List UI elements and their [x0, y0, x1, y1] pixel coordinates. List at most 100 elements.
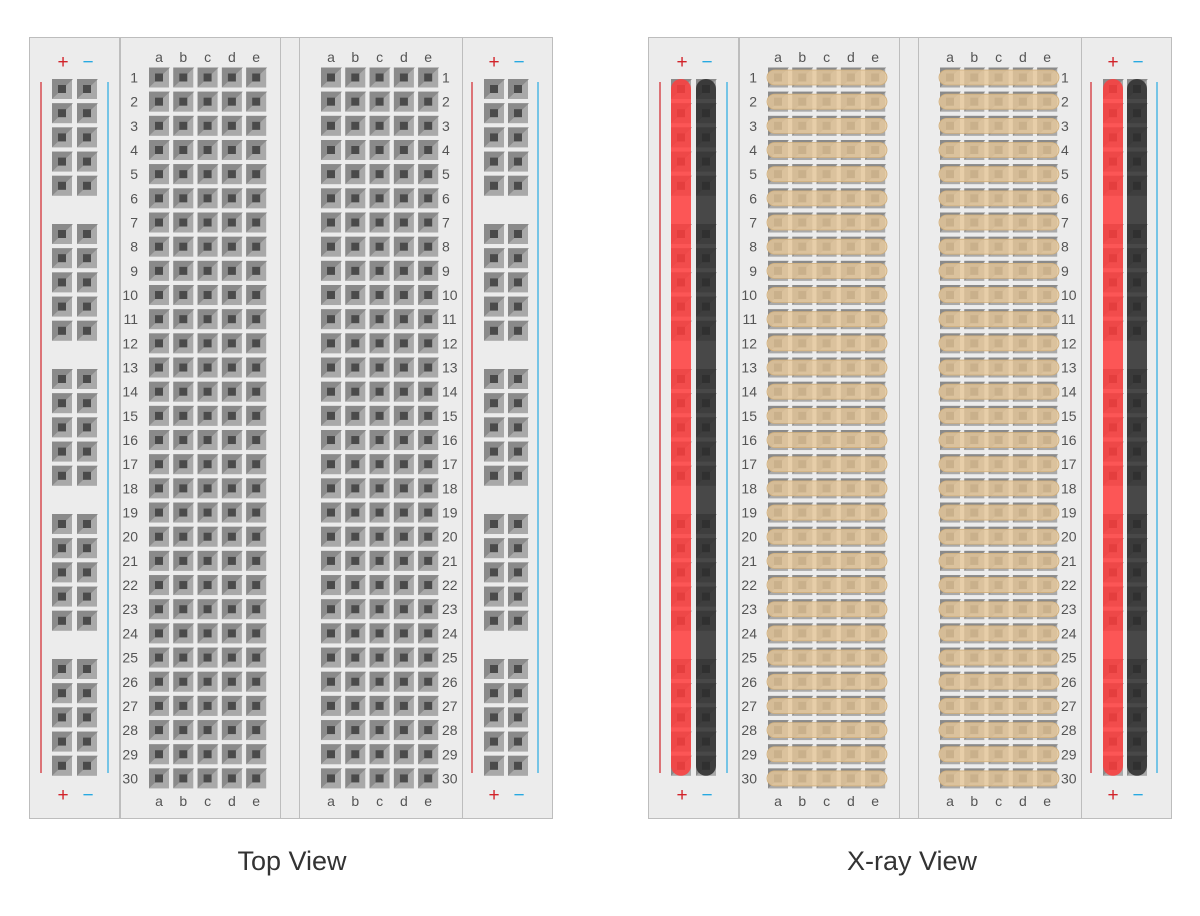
socket-hole [83, 254, 91, 263]
socket-hole [227, 484, 236, 493]
socket-hole [203, 194, 212, 203]
row-number: 11 [442, 311, 457, 327]
row-connection-strip [766, 770, 888, 787]
socket-hole [58, 109, 66, 118]
row-number: 17 [741, 456, 757, 472]
row-number: 23 [122, 601, 138, 617]
socket-hole [155, 387, 163, 396]
row-number: 19 [741, 505, 757, 521]
row-number: 24 [442, 625, 458, 641]
row-number: 4 [1061, 142, 1069, 158]
socket-hole [514, 713, 522, 722]
socket-hole [351, 508, 360, 517]
row-number: 10 [442, 287, 458, 303]
socket-hole [375, 266, 384, 275]
socket-hole [155, 532, 163, 541]
column-letter: c [995, 793, 1002, 809]
socket-hole [252, 194, 261, 203]
row-number: 28 [122, 722, 138, 738]
row-connection-strip [766, 262, 888, 279]
row-number: 20 [741, 529, 757, 545]
socket-hole [327, 774, 335, 783]
socket-hole [179, 146, 188, 155]
column-letter: c [823, 49, 830, 65]
column-letter: d [1019, 793, 1027, 809]
row-connection-strip [938, 311, 1060, 328]
socket-hole [514, 133, 522, 142]
row-connection-strip [938, 407, 1060, 424]
socket-hole [490, 109, 498, 118]
socket-hole [203, 726, 212, 735]
socket-hole [252, 629, 261, 638]
row-number: 18 [442, 480, 458, 496]
socket-hole [424, 677, 433, 686]
socket-hole [351, 218, 360, 227]
socket-hole [424, 532, 433, 541]
socket-hole [203, 701, 212, 710]
socket-hole [227, 581, 236, 590]
socket-hole [203, 653, 212, 662]
row-number: 5 [749, 166, 757, 182]
socket-hole [375, 146, 384, 155]
socket-hole [58, 302, 66, 311]
socket-hole [179, 194, 188, 203]
socket-hole [514, 181, 522, 190]
row-number: 30 [1061, 770, 1077, 786]
socket-hole [424, 266, 433, 275]
socket-hole [514, 302, 522, 311]
socket-hole [514, 737, 522, 746]
socket-hole [203, 315, 212, 324]
row-number: 7 [749, 215, 757, 231]
socket-hole [155, 266, 163, 275]
socket-hole [490, 85, 498, 93]
right-power-rail-panel [1081, 37, 1172, 819]
socket-hole [252, 484, 261, 493]
row-number: 21 [741, 553, 757, 569]
column-letter: b [798, 49, 806, 65]
socket-hole [83, 109, 91, 118]
socket-hole [424, 291, 433, 300]
socket-hole [155, 194, 163, 203]
socket-hole [375, 387, 384, 396]
row-number: 9 [749, 263, 757, 279]
socket-hole [327, 170, 335, 179]
socket-hole [490, 447, 498, 456]
socket-hole [83, 302, 91, 311]
socket-hole [351, 242, 360, 251]
socket-hole [179, 315, 188, 324]
row-number: 28 [1061, 722, 1077, 738]
row-number: 12 [741, 335, 757, 351]
row-number: 23 [1061, 601, 1077, 617]
row-number: 17 [442, 456, 458, 472]
socket-hole [227, 653, 236, 662]
row-number: 15 [442, 408, 458, 424]
socket-hole [83, 423, 91, 432]
socket-hole [58, 181, 66, 190]
socket-hole [351, 121, 360, 130]
socket-hole [399, 629, 408, 638]
column-letter: a [946, 793, 954, 809]
row-number: 24 [122, 625, 138, 641]
row-number: 30 [442, 770, 458, 786]
row-number: 29 [741, 746, 757, 762]
socket-hole [252, 677, 261, 686]
socket-hole [83, 157, 91, 166]
row-number: 1 [1061, 70, 1069, 86]
socket-hole [351, 556, 360, 565]
socket-hole [351, 774, 360, 783]
socket-hole [227, 605, 236, 614]
row-connection-strip [766, 359, 888, 376]
socket-hole [179, 436, 188, 445]
socket-hole [399, 581, 408, 590]
row-number: 3 [442, 118, 450, 134]
socket-hole [58, 544, 66, 553]
socket-hole [327, 291, 335, 300]
row-number: 1 [749, 70, 757, 86]
socket-hole [327, 266, 335, 275]
socket-hole [375, 363, 384, 372]
row-number: 11 [123, 311, 138, 327]
socket-hole [514, 326, 522, 335]
socket-hole [227, 701, 236, 710]
socket-hole [375, 532, 384, 541]
row-number: 10 [741, 287, 757, 303]
